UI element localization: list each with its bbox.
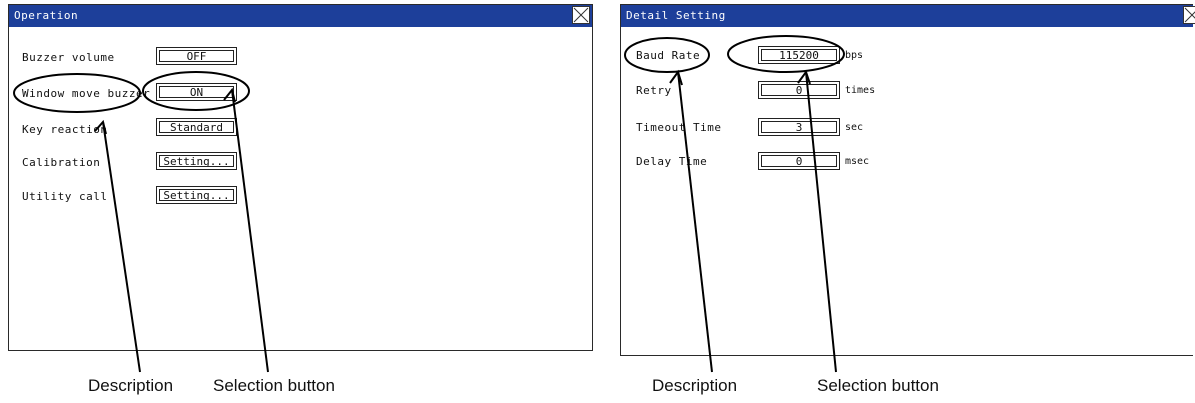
selection-button-caption: Selection button xyxy=(213,376,335,395)
description-caption: Description xyxy=(652,376,738,395)
annotation-overlay xyxy=(13,35,845,373)
description-caption: Description xyxy=(88,376,174,395)
description-ellipse xyxy=(13,73,141,113)
selection-button-caption: Selection button xyxy=(817,376,939,395)
selection-ellipse xyxy=(727,35,845,73)
pointer-line xyxy=(805,71,837,373)
pointer-line xyxy=(231,89,269,373)
description-ellipse xyxy=(624,37,710,73)
pointer-line xyxy=(677,71,713,373)
arrowhead xyxy=(797,69,811,85)
pointer-line xyxy=(102,121,141,373)
